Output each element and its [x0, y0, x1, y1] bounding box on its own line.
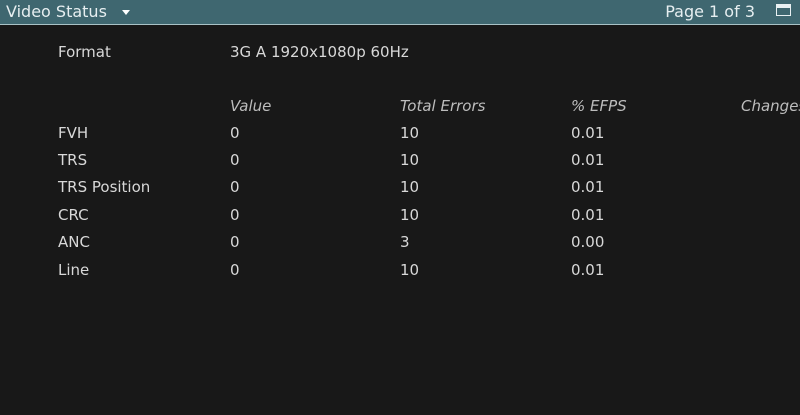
- row-value: 0: [230, 178, 240, 196]
- column-header-efps: % EFPS: [571, 97, 627, 115]
- row-value: 0: [230, 233, 240, 251]
- page-indicator: Page 1 of 3: [665, 2, 755, 21]
- format-label: Format: [58, 43, 111, 61]
- row-efps: 0.01: [571, 261, 605, 279]
- status-panel: Format 3G A 1920x1080p 60Hz Value Total …: [0, 26, 800, 415]
- row-total-errors: 10: [400, 178, 420, 196]
- row-value: 0: [230, 206, 240, 224]
- row-label: TRS Position: [58, 178, 151, 196]
- row-total-errors: 10: [400, 124, 420, 142]
- row-efps: 0.01: [571, 124, 605, 142]
- chevron-down-icon: [122, 10, 130, 15]
- maximize-icon[interactable]: [776, 4, 791, 16]
- view-title: Video Status: [6, 2, 107, 21]
- row-total-errors: 3: [400, 233, 410, 251]
- row-label: Line: [58, 261, 90, 279]
- column-header-changes: Changes: [741, 97, 800, 115]
- row-label: FVH: [58, 124, 89, 142]
- row-efps: 0.01: [571, 151, 605, 169]
- format-value: 3G A 1920x1080p 60Hz: [230, 43, 409, 61]
- row-value: 0: [230, 261, 240, 279]
- row-value: 0: [230, 124, 240, 142]
- row-total-errors: 10: [400, 261, 420, 279]
- column-header-total-errors: Total Errors: [400, 97, 486, 115]
- row-label: CRC: [58, 206, 89, 224]
- row-label: ANC: [58, 233, 90, 251]
- row-label: TRS: [58, 151, 88, 169]
- row-efps: 0.01: [571, 178, 605, 196]
- row-total-errors: 10: [400, 206, 420, 224]
- row-efps: 0.00: [571, 233, 605, 251]
- view-selector-dropdown[interactable]: Video Status: [0, 0, 140, 24]
- title-bar: Video Status Page 1 of 3: [0, 0, 800, 25]
- column-header-value: Value: [230, 97, 272, 115]
- row-total-errors: 10: [400, 151, 420, 169]
- row-value: 0: [230, 151, 240, 169]
- row-efps: 0.01: [571, 206, 605, 224]
